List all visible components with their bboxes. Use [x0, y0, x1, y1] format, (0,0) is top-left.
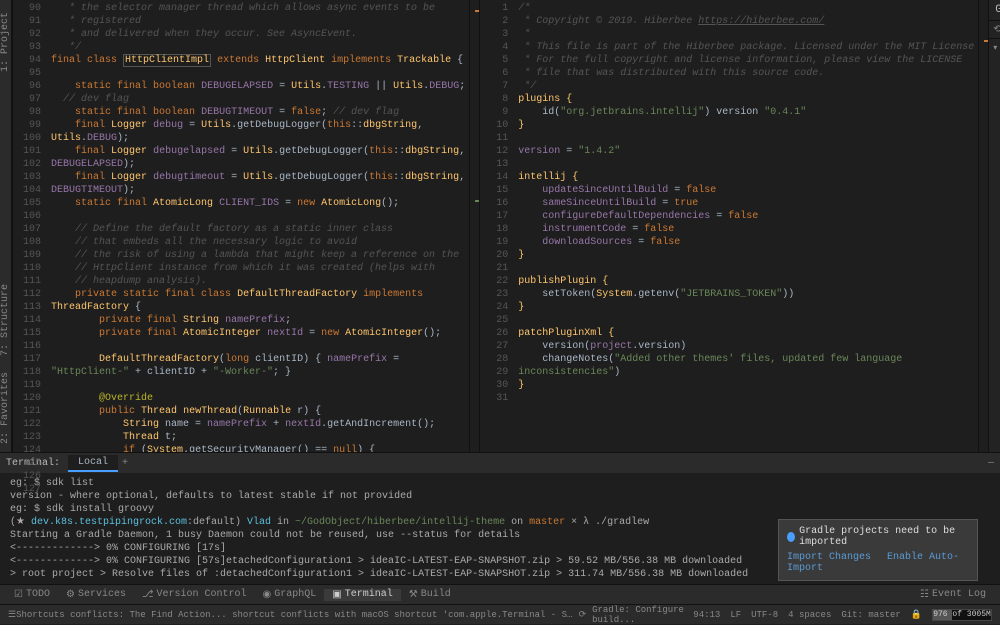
gradle-header: Gradle ⟳ ⋮ —	[989, 0, 1000, 21]
gradle-item[interactable]: ▸■documentation	[989, 139, 1000, 153]
terminal-hide-icon[interactable]: —	[988, 458, 994, 469]
tab-terminal[interactable]: ▣ Terminal	[324, 589, 400, 601]
lock-icon[interactable]: 🔒	[911, 610, 922, 620]
status-caret-pos[interactable]: 94:13	[693, 610, 720, 620]
import-changes-link[interactable]: Import Changes	[787, 552, 871, 563]
status-menu-icon[interactable]: ☰	[8, 610, 16, 620]
editor-left[interactable]: 9091929394959697989910010110210310410510…	[13, 0, 480, 452]
status-line-sep[interactable]: LF	[730, 610, 741, 620]
editor-right[interactable]: 1234567891011121314151617181920212223242…	[480, 0, 989, 452]
status-progress-icon: ⟳	[579, 610, 587, 620]
editor-right-code[interactable]: /* * Copyright © 2019. Hiberbee https://…	[514, 0, 978, 452]
gradle-import-notification: Gradle projects need to be imported Impo…	[778, 519, 978, 581]
gradle-item[interactable]: ▸■other	[989, 181, 1000, 195]
tab-project[interactable]: 1: Project	[0, 12, 11, 72]
gradle-item[interactable]: ▾■Source Sets	[989, 55, 1000, 69]
status-bar: ☰ Shortcuts conflicts: The Find Action..…	[0, 604, 1000, 624]
tab-vcs[interactable]: ⎇ Version Control	[134, 589, 255, 601]
tab-eventlog[interactable]: ☷ Event Log	[912, 589, 994, 601]
tab-structure[interactable]: 7: Structure	[0, 284, 11, 356]
editor-right-gutter: 1234567891011121314151617181920212223242…	[480, 0, 514, 452]
gradle-item[interactable]: ▸■help	[989, 153, 1000, 167]
status-encoding[interactable]: UTF-8	[751, 610, 778, 620]
gradle-item[interactable]: ▸■main	[989, 69, 1000, 83]
terminal-tabs: Terminal: Local + —	[0, 453, 1000, 473]
tab-services[interactable]: ⚙ Services	[58, 589, 134, 601]
status-git[interactable]: Git: master	[841, 610, 900, 620]
memory-indicator[interactable]: 976 of 3005M	[932, 609, 992, 621]
gradle-item[interactable]: ▸■build	[989, 111, 1000, 125]
info-icon	[787, 532, 795, 542]
gradle-title: Gradle	[995, 4, 1000, 16]
terminal-tab-local[interactable]: Local	[68, 455, 118, 472]
gradle-item[interactable]: ▾◉intellij-theme	[989, 41, 1000, 55]
bottom-tool-tabs: ☑ TODO ⚙ Services ⎇ Version Control ◉ Gr…	[0, 584, 1000, 604]
status-message: Shortcuts conflicts: The Find Action... …	[16, 610, 572, 620]
gradle-item[interactable]: ▸■build setup	[989, 125, 1000, 139]
tab-graphql[interactable]: ◉ GraphQL	[255, 589, 325, 601]
gradle-item[interactable]: ▸▸Run Configurations	[989, 209, 1000, 223]
tab-favorites[interactable]: 2: Favorites	[0, 372, 11, 444]
gradle-tree[interactable]: ▾◉intellij-theme▾■Source Sets▸■main▸■tes…	[989, 39, 1000, 452]
gradle-item[interactable]: ▸■intellij	[989, 167, 1000, 181]
status-build-msg: Gradle: Configure build...	[592, 605, 693, 625]
gradle-item[interactable]: ▾■Tasks	[989, 97, 1000, 111]
gradle-item[interactable]: ▸■test	[989, 83, 1000, 97]
gradle-sync-icon[interactable]: ⟲	[993, 24, 1000, 36]
tab-build[interactable]: ⚒ Build	[401, 589, 459, 601]
tab-todo[interactable]: ☑ TODO	[6, 589, 58, 601]
left-tool-strip: 1: Project 7: Structure 2: Favorites	[0, 0, 12, 452]
editor-left-gutter: 9091929394959697989910010110210310410510…	[13, 0, 47, 452]
notification-title: Gradle projects need to be imported	[799, 526, 969, 548]
status-indent[interactable]: 4 spaces	[788, 610, 831, 620]
gradle-panel: Gradle ⟳ ⋮ — ⟲ + − ▶ ▾◉intellij-theme▾■S…	[989, 0, 1000, 452]
editor-left-minimap[interactable]	[469, 0, 479, 452]
terminal-add-icon[interactable]: +	[122, 458, 128, 469]
gradle-item[interactable]: ▸■verification	[989, 195, 1000, 209]
editor-left-code[interactable]: * the selector manager thread which allo…	[47, 0, 469, 452]
editors: 9091929394959697989910010110210310410510…	[13, 0, 989, 452]
gradle-toolbar: ⟲ + − ▶	[989, 21, 1000, 39]
editor-right-minimap[interactable]	[978, 0, 988, 452]
